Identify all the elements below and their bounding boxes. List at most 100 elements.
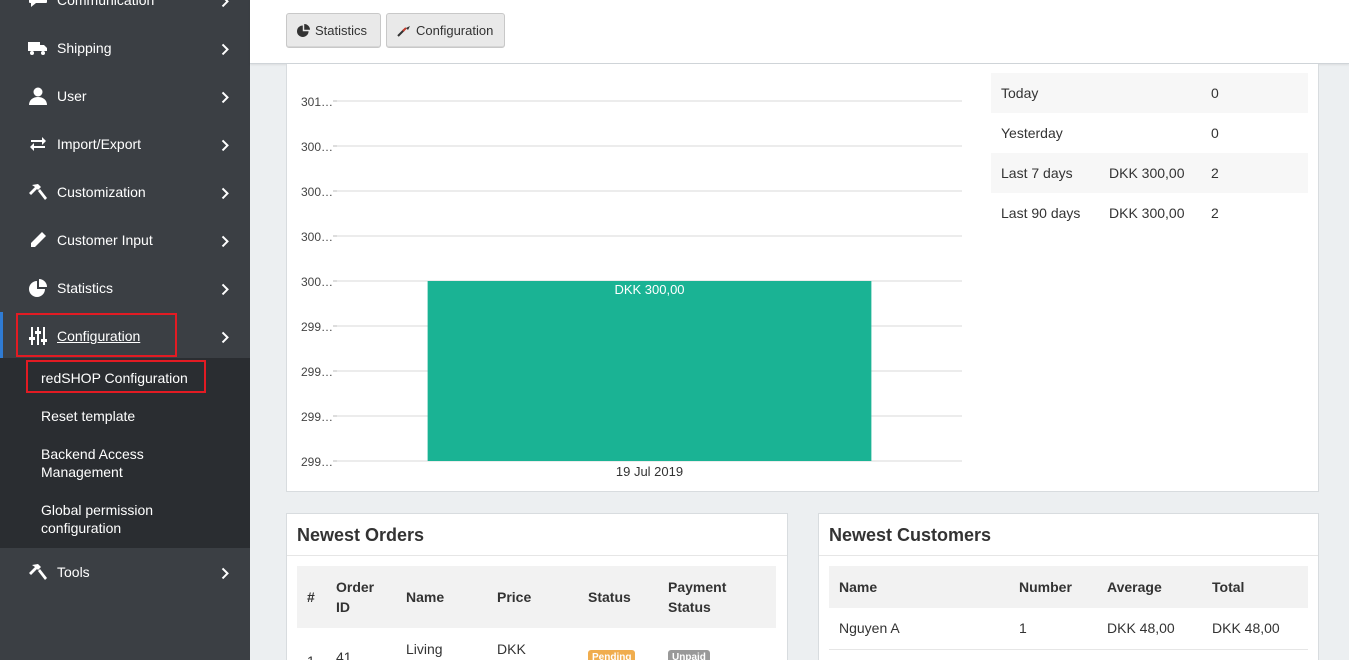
wrench-icon: [397, 25, 411, 37]
hammer-icon: [28, 182, 48, 202]
submenu-item-reset-template[interactable]: Reset template: [41, 407, 241, 425]
sidebar-item-configuration[interactable]: Configuration: [0, 312, 250, 360]
sidebar-item-label: Import/Export: [57, 136, 142, 152]
stats-period: Last 90 days: [1001, 205, 1081, 221]
submenu-item-global-permission-configuration[interactable]: Global permission configuration: [41, 501, 171, 537]
sidebar: Communication Shipping User Import/Expor…: [0, 0, 250, 660]
newest-orders-title: Newest Orders: [297, 525, 425, 545]
chevron-right-icon: [218, 330, 232, 344]
statistics-button-label: Statistics: [315, 23, 368, 38]
newest-orders-panel: Newest Orders # Order ID Name Price Stat…: [286, 513, 788, 660]
column-header-total[interactable]: Total: [1212, 577, 1244, 597]
top-toolbar: Statistics Configuration: [250, 0, 1349, 64]
truck-icon: [28, 38, 48, 58]
bar: [427, 281, 872, 461]
x-tick-label: 19 Jul 2019: [616, 464, 683, 479]
column-header-order-id[interactable]: Order ID: [336, 577, 381, 617]
customers-table-header: Name Number Average Total: [829, 566, 1308, 608]
configuration-button-label: Configuration: [416, 23, 494, 38]
stats-row-today: Today 0: [991, 73, 1308, 113]
sidebar-item-label: Communication: [57, 0, 155, 8]
comment-icon: [28, 0, 48, 10]
column-header-number[interactable]: Number: [1019, 577, 1072, 597]
customer-average: DKK 48,00: [1107, 620, 1175, 636]
column-header-status[interactable]: Status: [588, 587, 631, 607]
order-name: Living: [406, 641, 443, 657]
sidebar-item-label: User: [57, 88, 87, 104]
chevron-right-icon: [218, 186, 232, 200]
customer-total: DKK 48,00: [1212, 620, 1280, 636]
stats-count: 2: [1211, 165, 1219, 181]
y-tick-label: 300…: [301, 230, 333, 244]
sidebar-item-import-export[interactable]: Import/Export: [0, 120, 250, 168]
column-header-payment-status[interactable]: Payment Status: [668, 577, 738, 617]
sidebar-item-communication[interactable]: Communication: [0, 0, 250, 24]
hammer-icon: [28, 562, 48, 582]
sidebar-item-tools[interactable]: Tools: [0, 548, 250, 596]
sidebar-item-label: Configuration: [57, 328, 141, 344]
y-tick-label: 300…: [301, 275, 333, 289]
divider: [287, 555, 787, 556]
sidebar-item-label: Customization: [57, 184, 146, 200]
sidebar-item-customer-input[interactable]: Customer Input: [0, 216, 250, 264]
row-divider: [829, 649, 1308, 650]
exchange-icon: [28, 134, 48, 154]
chevron-right-icon: [218, 234, 232, 248]
status-badge: Pending: [588, 650, 636, 660]
active-indicator: [0, 312, 3, 360]
payment-status-badge: Unpaid: [668, 650, 710, 660]
stats-count: 0: [1211, 125, 1219, 141]
y-tick-label: 299…: [301, 320, 333, 334]
chevron-right-icon: [218, 42, 232, 56]
sales-summary-table: Today 0 Yesterday 0 Last 7 days DKK 300,…: [991, 73, 1308, 233]
configuration-button[interactable]: Configuration: [386, 13, 505, 48]
column-header-name[interactable]: Name: [406, 587, 444, 607]
chevron-right-icon: [218, 90, 232, 104]
customer-name[interactable]: Nguyen A: [839, 618, 900, 638]
column-header-average[interactable]: Average: [1107, 577, 1162, 597]
stats-amount: DKK 300,00: [1109, 205, 1185, 221]
y-tick-label: 301…: [301, 95, 333, 109]
chevron-right-icon: [218, 0, 232, 8]
y-tick-label: 299…: [301, 410, 333, 424]
configuration-submenu: redSHOP Configuration Reset template Bac…: [0, 358, 250, 548]
column-header-num: #: [307, 589, 315, 605]
user-icon: [28, 86, 48, 106]
y-tick-label: 299…: [301, 455, 333, 469]
newest-customers-title: Newest Customers: [829, 525, 992, 545]
column-header-name[interactable]: Name: [839, 577, 877, 597]
sidebar-item-label: Shipping: [57, 40, 112, 56]
sidebar-item-label: Tools: [57, 564, 90, 580]
order-price: DKK: [497, 641, 526, 657]
y-tick-label: 300…: [301, 140, 333, 154]
stats-amount: DKK 300,00: [1109, 165, 1185, 181]
newest-customers-panel: Newest Customers Name Number Average Tot…: [818, 513, 1319, 660]
submenu-item-redshop-configuration[interactable]: redSHOP Configuration: [41, 369, 241, 387]
stats-period: Yesterday: [1001, 125, 1063, 141]
statistics-button[interactable]: Statistics: [286, 13, 381, 48]
pencil-icon: [28, 230, 48, 250]
stats-row-yesterday: Yesterday 0: [991, 113, 1308, 153]
y-tick-label: 300…: [301, 185, 333, 199]
order-id[interactable]: 41: [336, 647, 352, 660]
stats-row-last-7-days: Last 7 days DKK 300,00 2: [991, 153, 1308, 193]
divider: [819, 555, 1318, 556]
chevron-right-icon: [218, 566, 232, 580]
sidebar-item-shipping[interactable]: Shipping: [0, 24, 250, 72]
sidebar-item-user[interactable]: User: [0, 72, 250, 120]
chevron-right-icon: [218, 282, 232, 296]
bar-data-label: DKK 300,00: [614, 282, 684, 297]
sidebar-item-customization[interactable]: Customization: [0, 168, 250, 216]
order-num: 1: [307, 651, 315, 660]
orders-table-header: # Order ID Name Price Status Payment Sta…: [297, 566, 776, 628]
sidebar-item-statistics[interactable]: Statistics: [0, 264, 250, 312]
stats-period: Last 7 days: [1001, 165, 1073, 181]
pie-chart-icon: [297, 24, 310, 37]
sidebar-item-label: Statistics: [57, 280, 114, 296]
column-header-price[interactable]: Price: [497, 587, 531, 607]
stats-count: 2: [1211, 205, 1219, 221]
sidebar-item-label: Customer Input: [57, 232, 153, 248]
submenu-item-backend-access-management[interactable]: Backend Access Management: [41, 445, 171, 481]
pie-chart-icon: [28, 278, 48, 298]
stats-period: Today: [1001, 85, 1039, 101]
